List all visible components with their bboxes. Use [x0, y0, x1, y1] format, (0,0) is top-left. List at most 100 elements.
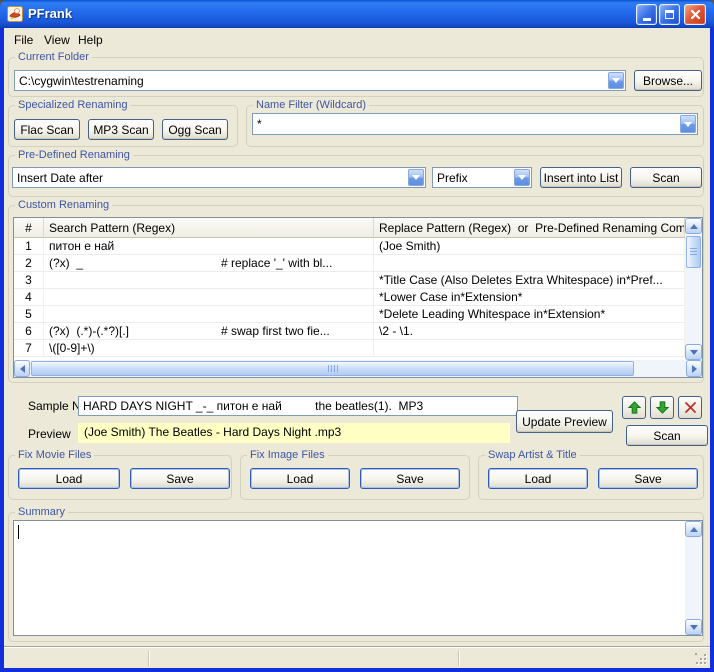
- cell-replace[interactable]: [374, 255, 685, 271]
- col-header-replace[interactable]: Replace Pattern (Regex) or Pre-Defined R…: [374, 218, 685, 238]
- custom-scan-button[interactable]: Scan: [626, 425, 708, 446]
- scroll-down-icon[interactable]: [685, 344, 702, 360]
- table-row: 6 (?x) (.*)-(.*?)[.]# swap first two fie…: [14, 323, 685, 340]
- browse-button[interactable]: Browse...: [634, 70, 702, 91]
- cell-num[interactable]: 4: [14, 289, 44, 305]
- minimize-icon: [643, 18, 651, 21]
- swap-artist-load-button[interactable]: Load: [488, 468, 588, 489]
- preview-label: Preview: [28, 427, 71, 441]
- delete-row-button[interactable]: [678, 396, 702, 419]
- cell-replace[interactable]: *Lower Case in*Extension*: [374, 289, 685, 305]
- table-row: 7 \([0-9]+\): [14, 340, 685, 357]
- scroll-left-icon[interactable]: [14, 360, 30, 377]
- statusbar-divider: [148, 651, 149, 666]
- close-button[interactable]: [684, 4, 706, 25]
- status-bar: [4, 646, 710, 668]
- summary-scroll-up-icon[interactable]: [685, 521, 702, 537]
- minimize-button[interactable]: [636, 4, 657, 25]
- vscroll-thumb[interactable]: [686, 236, 701, 268]
- delete-icon: [684, 401, 697, 414]
- predefined-caption: Pre-Defined Renaming: [15, 149, 133, 162]
- position-value: Prefix: [433, 171, 513, 185]
- col-header-search[interactable]: Search Pattern (Regex): [44, 218, 374, 238]
- search-pattern: [49, 289, 221, 305]
- pfrank-window: PFrank File View Help Current Folder C:\…: [0, 0, 714, 672]
- summary-textarea[interactable]: [13, 520, 703, 636]
- name-filter-combo[interactable]: *: [252, 113, 698, 135]
- statusbar-divider: [458, 651, 459, 666]
- menu-help[interactable]: Help: [76, 28, 105, 52]
- resize-grip[interactable]: [695, 653, 708, 666]
- folder-dropdown-arrow-icon[interactable]: [608, 72, 624, 89]
- update-preview-button[interactable]: Update Preview: [516, 410, 613, 433]
- cell-search[interactable]: [44, 289, 374, 305]
- cell-replace[interactable]: \2 - \1.: [374, 323, 685, 339]
- scroll-up-icon[interactable]: [685, 218, 702, 234]
- menu-file[interactable]: File: [12, 28, 35, 52]
- predefined-scan-button[interactable]: Scan: [630, 167, 702, 188]
- cell-num[interactable]: 5: [14, 306, 44, 322]
- move-up-button[interactable]: [622, 396, 646, 419]
- col-header-num[interactable]: #: [14, 218, 44, 238]
- current-folder-caption: Current Folder: [15, 51, 92, 64]
- close-icon: [690, 9, 701, 20]
- fix-image-caption: Fix Image Files: [247, 449, 328, 462]
- maximize-button[interactable]: [659, 4, 680, 25]
- cell-num[interactable]: 3: [14, 272, 44, 288]
- cell-search[interactable]: (?x) _# replace '_' with bl...: [44, 255, 374, 271]
- ogg-scan-button[interactable]: Ogg Scan: [162, 119, 228, 140]
- fix-image-load-button[interactable]: Load: [250, 468, 350, 489]
- rules-table-body: 1 питон е най (Joe Smith) 2 (?x) _# repl…: [14, 238, 685, 357]
- fix-movie-save-button[interactable]: Save: [130, 468, 230, 489]
- cell-search[interactable]: \([0-9]+\): [44, 340, 374, 356]
- folder-combo[interactable]: C:\cygwin\testrenaming: [14, 70, 626, 91]
- text-caret: [18, 525, 19, 539]
- sample-name-input[interactable]: HARD DAYS NIGHT _-_ питон е най the beat…: [78, 396, 518, 416]
- search-pattern: [49, 272, 221, 288]
- cell-replace[interactable]: [374, 340, 685, 356]
- search-pattern: (?x) _: [49, 255, 221, 271]
- predefined-command-value: Insert Date after: [13, 171, 407, 185]
- search-comment: # replace '_' with bl...: [221, 255, 332, 271]
- predefined-command-combo[interactable]: Insert Date after: [12, 167, 426, 188]
- filter-dropdown-arrow-icon[interactable]: [680, 115, 696, 133]
- cell-replace[interactable]: (Joe Smith): [374, 238, 685, 254]
- cell-num[interactable]: 2: [14, 255, 44, 271]
- cell-search[interactable]: питон е най: [44, 238, 374, 254]
- name-filter-caption: Name Filter (Wildcard): [253, 99, 369, 112]
- app-icon: [7, 6, 23, 22]
- summary-caption: Summary: [15, 506, 68, 519]
- cell-num[interactable]: 6: [14, 323, 44, 339]
- cell-replace[interactable]: *Title Case (Also Deletes Extra Whitespa…: [374, 272, 685, 288]
- cell-num[interactable]: 1: [14, 238, 44, 254]
- search-pattern: [49, 306, 221, 322]
- title-bar[interactable]: PFrank: [0, 0, 714, 28]
- swap-artist-caption: Swap Artist & Title: [485, 449, 580, 462]
- cell-num[interactable]: 7: [14, 340, 44, 356]
- move-up-icon: [627, 400, 642, 415]
- fix-image-save-button[interactable]: Save: [360, 468, 460, 489]
- fix-movie-load-button[interactable]: Load: [18, 468, 120, 489]
- position-combo[interactable]: Prefix: [432, 167, 532, 188]
- move-down-button[interactable]: [650, 396, 674, 419]
- command-dropdown-arrow-icon[interactable]: [408, 169, 424, 186]
- cell-search[interactable]: [44, 306, 374, 322]
- flac-scan-button[interactable]: Flac Scan: [14, 119, 80, 140]
- scroll-right-icon[interactable]: [686, 360, 702, 377]
- insert-into-list-button[interactable]: Insert into List: [540, 167, 622, 188]
- summary-scroll-down-icon[interactable]: [685, 619, 702, 635]
- cell-search[interactable]: (?x) (.*)-(.*?)[.]# swap first two fie..…: [44, 323, 374, 339]
- mp3-scan-button[interactable]: MP3 Scan: [88, 119, 154, 140]
- swap-artist-save-button[interactable]: Save: [598, 468, 698, 489]
- cell-search[interactable]: [44, 272, 374, 288]
- position-dropdown-arrow-icon[interactable]: [514, 169, 530, 186]
- menu-view[interactable]: View: [42, 28, 72, 52]
- table-row: 1 питон е най (Joe Smith): [14, 238, 685, 255]
- hscroll-thumb[interactable]: [31, 361, 634, 376]
- search-pattern: питон е най: [49, 238, 221, 254]
- cell-replace[interactable]: *Delete Leading Whitespace in*Extension*: [374, 306, 685, 322]
- summary-vscrollbar[interactable]: [685, 521, 702, 635]
- search-pattern: (?x) (.*)-(.*?)[.]: [49, 323, 221, 339]
- specialized-caption: Specialized Renaming: [15, 99, 130, 112]
- rules-table-header: # Search Pattern (Regex) Replace Pattern…: [14, 218, 685, 238]
